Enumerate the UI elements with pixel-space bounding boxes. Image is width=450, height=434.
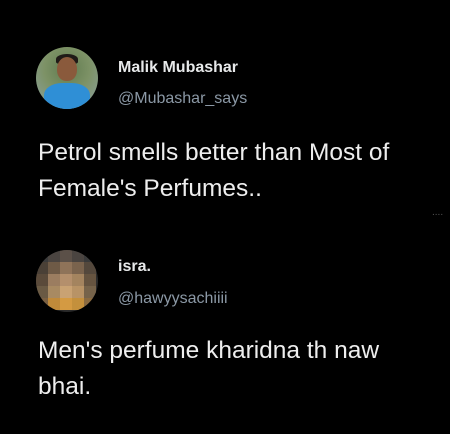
avatar-head [57,57,77,81]
author-name[interactable]: Malik Mubashar [118,59,238,77]
tweet-text: Men's perfume kharidna th naw bhai. [38,333,448,405]
tweet-card-1[interactable]: Malik Mubashar @Mubashar_says Petrol sme… [0,0,450,240]
tweet-text: Petrol smells better than Most of Female… [38,135,448,207]
tweet-text-line: bhai. [38,373,92,400]
tweet-text-line: Men's perfume kharidna th naw [38,337,380,364]
author-handle[interactable]: @Mubashar_says [118,90,247,108]
tweet-text-line: Petrol smells better than Most of [38,139,390,166]
more-options-icon[interactable]: .... [432,207,443,218]
tweet-text-line: Female's Perfumes.. [38,175,262,202]
avatar[interactable] [36,47,98,109]
author-handle[interactable]: @hawyysachiiii [118,290,228,308]
avatar-shirt [44,83,90,109]
avatar[interactable] [36,250,98,312]
author-name[interactable]: isra. [118,258,151,276]
